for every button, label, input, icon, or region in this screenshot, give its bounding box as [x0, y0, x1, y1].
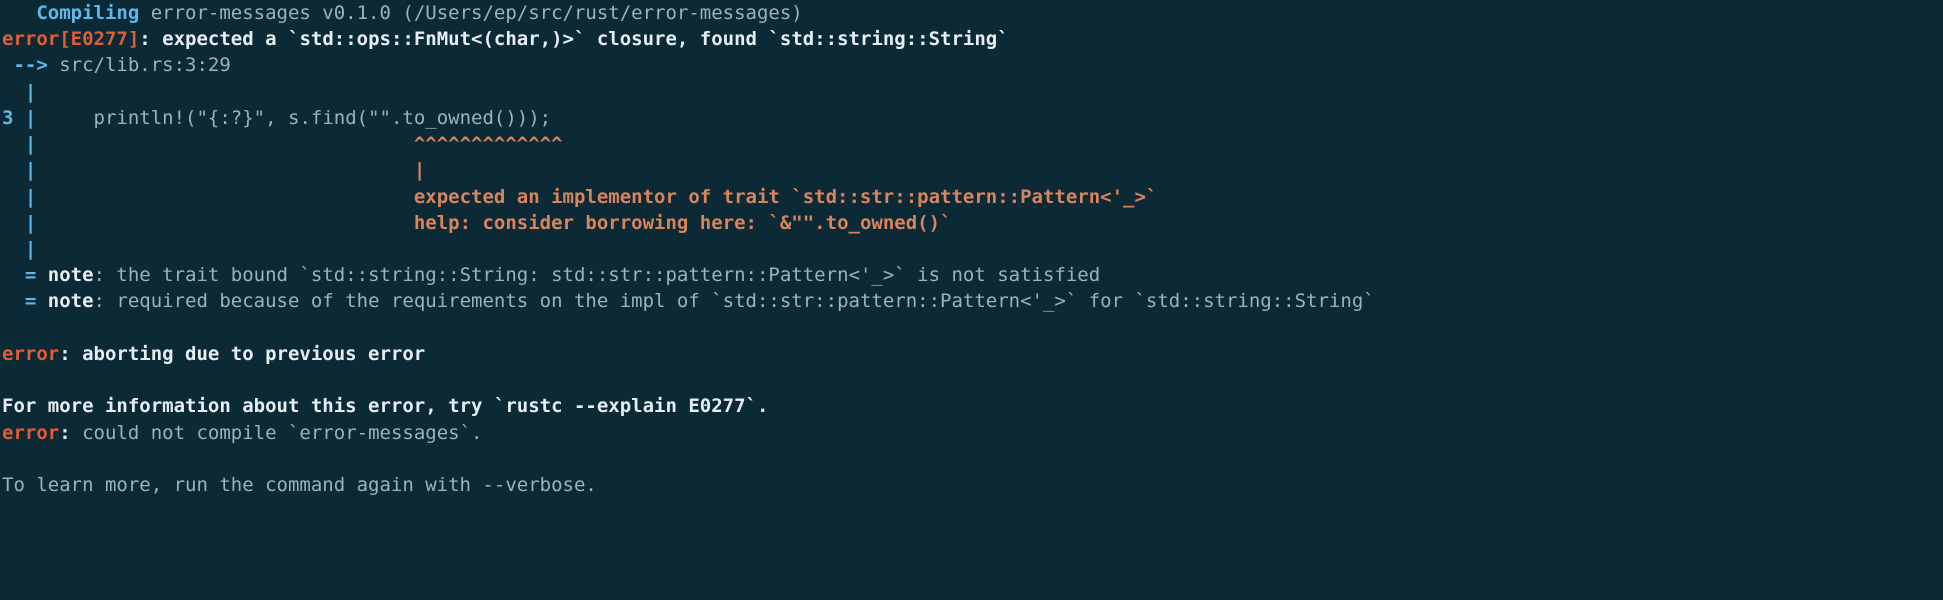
- compiling-rest: error-messages v0.1.0 (/Users/ep/src/rus…: [139, 2, 802, 24]
- fail-sep: :: [59, 422, 82, 444]
- gutter-pipe: |: [25, 107, 36, 129]
- pipe-icon: |: [414, 159, 425, 181]
- learn-more: To learn more, run the command again wit…: [2, 474, 597, 496]
- abort-text: : aborting due to previous error: [59, 343, 425, 365]
- note-lead: =: [2, 264, 48, 286]
- loc-path: src/lib.rs:3:29: [59, 54, 231, 76]
- help-text: : consider borrowing here: `&"".to_owned…: [460, 212, 952, 234]
- more-info: For more information about this error, t…: [2, 395, 768, 417]
- terminal-output: Compiling error-messages v0.1.0 (/Users/…: [0, 0, 1943, 498]
- gutter-pipe: |: [2, 238, 36, 260]
- source-line: println!("{:?}", s.find("".to_owned()));: [36, 107, 551, 129]
- abort-label: error: [2, 343, 59, 365]
- help-label: help: [414, 212, 460, 234]
- fail-label: error: [2, 422, 59, 444]
- note-lead: =: [2, 290, 48, 312]
- fail-text: could not compile `error-messages`.: [82, 422, 482, 444]
- error-code: error[E0277]: [2, 28, 139, 50]
- note-text: : the trait bound `std::string::String: …: [94, 264, 1101, 286]
- gutter-pipe: |: [2, 81, 36, 103]
- compiling-label: Compiling: [36, 2, 139, 24]
- error-msg: expected a `std::ops::FnMut<(char,)>` cl…: [162, 28, 1008, 50]
- note-text: : required because of the requirements o…: [94, 290, 1375, 312]
- caret-lead: |: [2, 133, 414, 155]
- note-label: note: [48, 290, 94, 312]
- note-label: note: [48, 264, 94, 286]
- caret-icon: ^^^^^^^^^^^^^: [414, 133, 563, 155]
- pipe-lead: |: [2, 159, 414, 181]
- expl-lead: |: [2, 186, 414, 208]
- help-lead: |: [2, 212, 414, 234]
- compiling-pad: [2, 2, 36, 24]
- expl-text: expected an implementor of trait `std::s…: [414, 186, 1158, 208]
- line-num: 3: [2, 107, 25, 129]
- loc-arrow: -->: [2, 54, 59, 76]
- error-sep: :: [139, 28, 162, 50]
